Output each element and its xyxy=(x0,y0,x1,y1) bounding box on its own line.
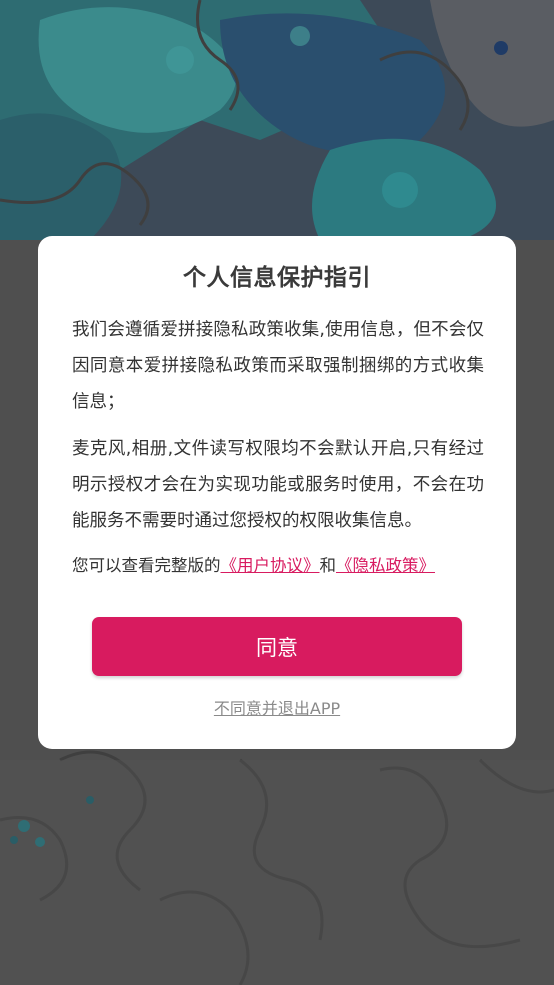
disagree-exit-link[interactable]: 不同意并退出APP xyxy=(38,695,516,719)
privacy-paragraph-2: 麦克风,相册,文件读写权限均不会默认开启,只有经过明示授权才会在为实现功能或服务… xyxy=(72,439,484,531)
agree-button[interactable]: 同意 xyxy=(92,617,462,676)
links-joiner: 和 xyxy=(319,556,337,575)
policy-links-line: 您可以查看完整版的《用户协议》和《隐私政策》 xyxy=(72,553,492,579)
dialog-title: 个人信息保护指引 xyxy=(183,265,371,291)
privacy-dialog: 个人信息保护指引 我们会遵循爱拼接隐私政策收集,使用信息，但不会仅因同意本爱拼接… xyxy=(38,236,516,749)
links-prefix: 您可以查看完整版的 xyxy=(72,556,221,575)
screen: 个人信息保护指引 我们会遵循爱拼接隐私政策收集,使用信息，但不会仅因同意本爱拼接… xyxy=(0,0,554,985)
privacy-policy-link[interactable]: 《隐私政策》 xyxy=(336,556,435,575)
privacy-paragraph-1: 我们会遵循爱拼接隐私政策收集,使用信息，但不会仅因同意本爱拼接隐私政策而采取强制… xyxy=(72,320,484,412)
user-agreement-link[interactable]: 《用户协议》 xyxy=(221,556,320,575)
